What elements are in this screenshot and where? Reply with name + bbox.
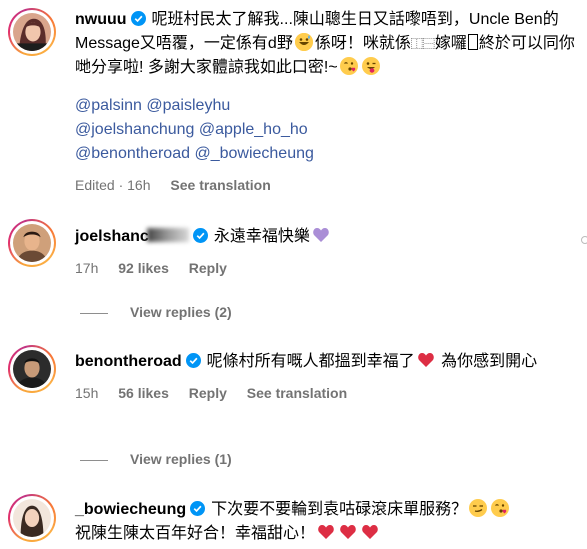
red-heart-emoji (361, 523, 379, 541)
see-translation-link[interactable]: See translation (247, 385, 347, 401)
purple-heart-emoji (312, 226, 330, 244)
mention-line[interactable]: @benontheroad @_bowiecheung (75, 142, 587, 166)
red-heart-emoji (417, 351, 435, 369)
comment-text: benontheroad 呢條村所有嘅人都搵到幸福了 為你感到開心 (75, 350, 587, 374)
kissing-face-emoji (339, 57, 358, 75)
unsupported-glyph: ⿰⿱ (410, 37, 435, 51)
avatar-bowiecheung[interactable] (8, 494, 56, 542)
mentions-block: @palsinn @paisleyhu @joelshanchung @appl… (75, 94, 587, 166)
mention-line[interactable]: @joelshanchung @apple_ho_ho (75, 118, 587, 142)
verified-badge-icon (190, 501, 206, 516)
smirking-face-emoji (469, 499, 488, 517)
comment-bowiecheung: _bowiecheung 下次要不要輪到袁咕碌滾床單服務？ 祝陳生陳太百年好合！幸… (75, 498, 587, 546)
comment-benontheroad: benontheroad 呢條村所有嘅人都搵到幸福了 為你感到開心 15h 56 … (75, 350, 587, 402)
username[interactable]: benontheroad (75, 353, 182, 370)
mention-line[interactable]: @palsinn @paisleyhu (75, 94, 587, 118)
kissing-face-emoji (491, 499, 510, 517)
see-translation-link[interactable]: See translation (170, 177, 270, 193)
comment-meta: Edited · 16h See translation (75, 176, 587, 194)
red-heart-emoji (339, 523, 357, 541)
folded-hands-emoji (317, 523, 335, 541)
winking-tongue-face-emoji (361, 57, 380, 75)
comment-body-part1: 呢條村所有嘅人都搵到幸福了 (206, 353, 415, 370)
verified-badge-icon (185, 353, 201, 368)
view-replies-label: View replies (2) (130, 304, 232, 320)
avatar-nwuuu[interactable] (8, 8, 56, 56)
missing-glyph-box (467, 34, 478, 50)
comment-body-part2: 祝陳生陳太百年好合！幸福甜心！ (75, 525, 316, 542)
comment-text: nwuuu 呢班村民太了解我...陳山聰生日又話嚟唔到，Uncle Ben的Mes… (75, 8, 587, 80)
view-replies-label: View replies (1) (130, 451, 232, 467)
likes-count[interactable]: 56 likes (118, 385, 169, 401)
comment-body-part3: 嫁囉 (434, 35, 467, 52)
comment-time: 17h (75, 260, 99, 276)
comment-meta: 15h 56 likes Reply See translation (75, 384, 587, 402)
avatar-joelshanchung[interactable] (8, 219, 56, 267)
grinning-sweat-emoji (294, 33, 313, 51)
comment-nwuuu: nwuuu 呢班村民太了解我...陳山聰生日又話嚟唔到，Uncle Ben的Mes… (75, 8, 587, 194)
view-replies-button[interactable]: View replies (2) (80, 303, 232, 321)
edited-time: Edited · 16h (75, 177, 151, 193)
comment-body-part2: 係呀！咪就係 (314, 35, 411, 52)
divider-line (80, 459, 108, 461)
divider-line (80, 312, 108, 314)
username[interactable]: nwuuu (75, 11, 127, 28)
reply-button[interactable]: Reply (189, 385, 227, 401)
blurred-username-part (146, 228, 189, 242)
comment-body-part1: 下次要不要輪到袁咕碌滾床單服務？ (211, 501, 468, 518)
comment-body: 永遠幸福快樂 (213, 228, 310, 245)
verified-badge-icon (130, 11, 146, 26)
comment-time: 15h (75, 385, 99, 401)
likes-count[interactable]: 92 likes (118, 260, 169, 276)
comment-text: joelshanc 永遠幸福快樂 (75, 225, 587, 249)
username[interactable]: _bowiecheung (75, 501, 186, 518)
reply-button[interactable]: Reply (189, 260, 227, 276)
verified-badge-icon (192, 228, 208, 243)
comment-joelshanchung: joelshanc 永遠幸福快樂 17h 92 likes Reply (75, 225, 587, 277)
comment-body-part2: 為你感到開心 (441, 353, 538, 370)
more-options-icon[interactable] (581, 236, 587, 244)
view-replies-button[interactable]: View replies (1) (80, 450, 232, 468)
username[interactable]: joelshanc (75, 228, 189, 245)
avatar-benontheroad[interactable] (8, 345, 56, 393)
comment-text: _bowiecheung 下次要不要輪到袁咕碌滾床單服務？ 祝陳生陳太百年好合！幸… (75, 498, 587, 546)
comment-meta: 17h 92 likes Reply (75, 259, 587, 277)
